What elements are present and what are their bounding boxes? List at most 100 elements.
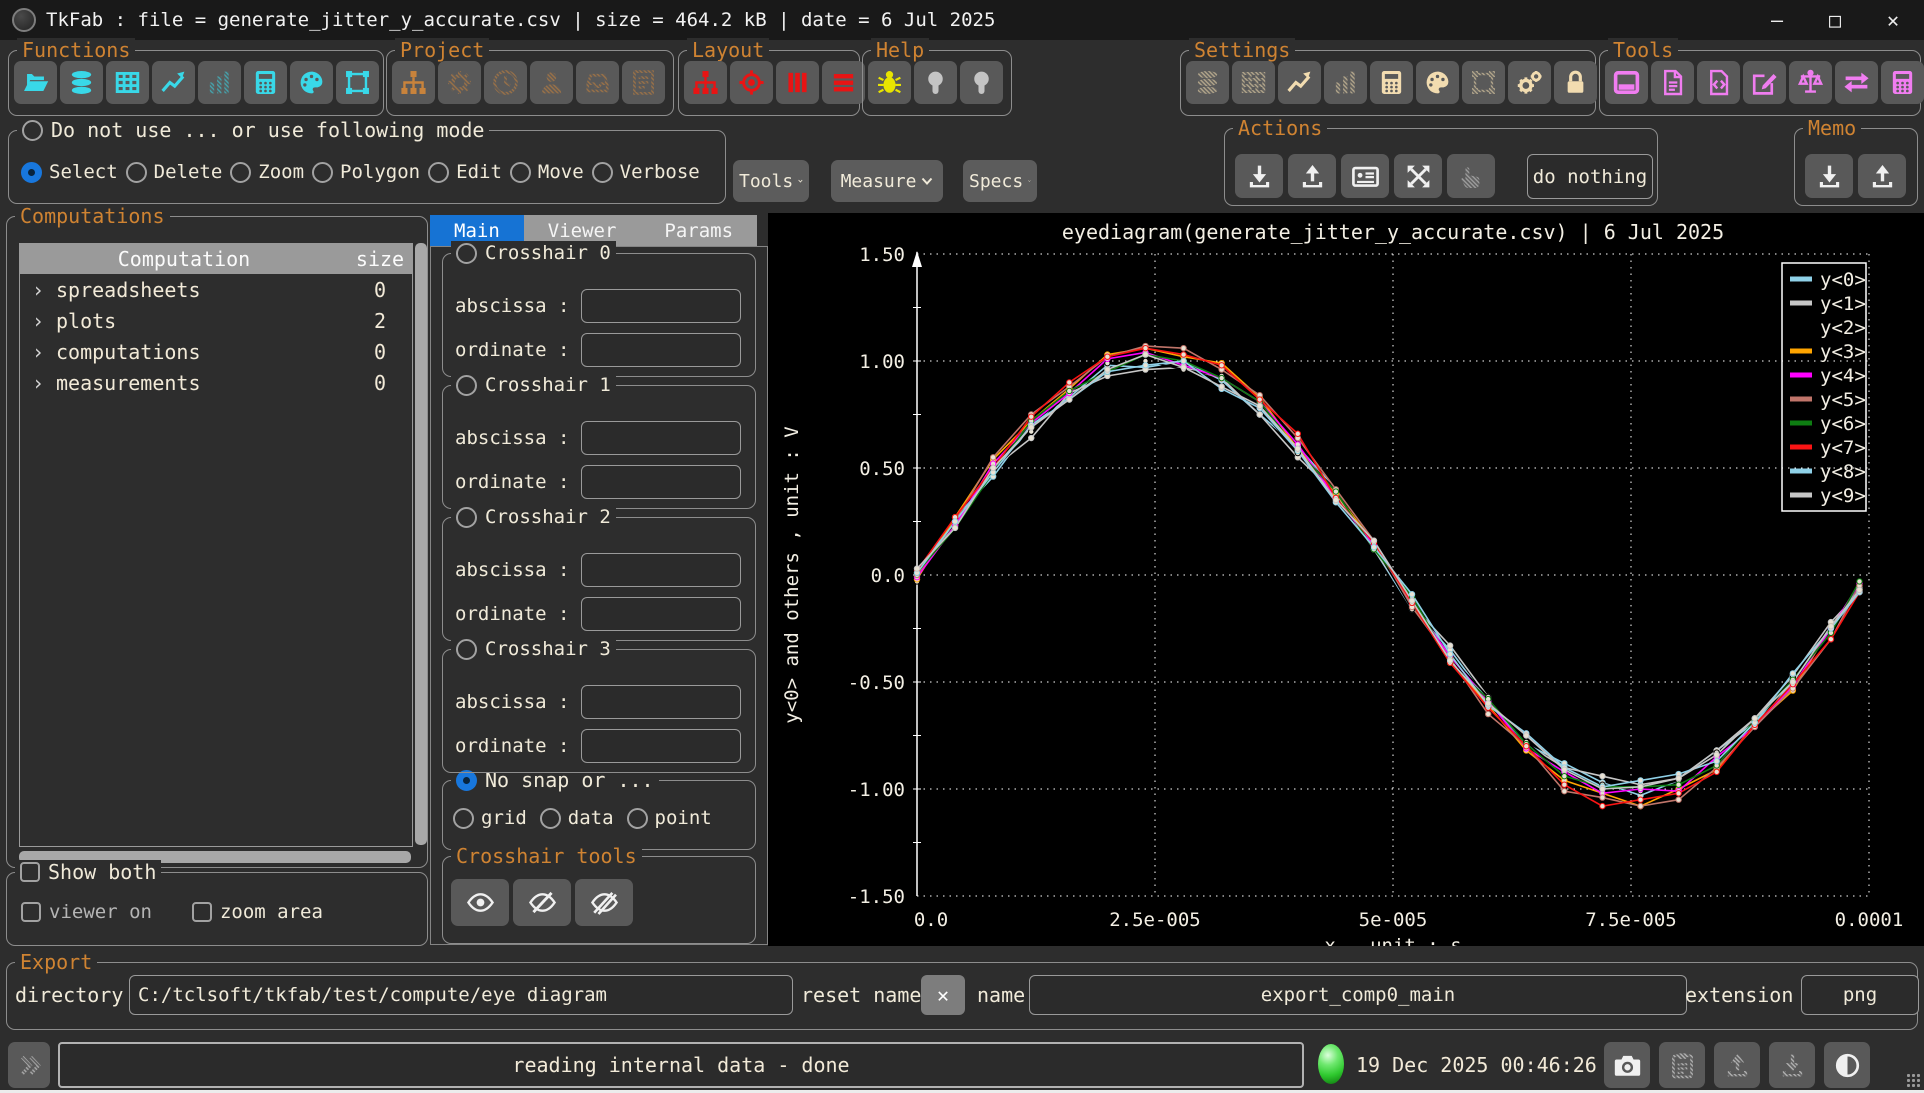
crosshair-1-ordinate-input[interactable] [581,465,741,499]
mode-radio-zoom[interactable] [230,162,251,183]
id-card-button[interactable] [1341,154,1389,198]
crosshair-0-abscissa-input[interactable] [581,289,741,323]
crosshair-2-radio[interactable] [456,507,477,528]
crosshair-1-abscissa-input[interactable] [581,421,741,455]
code-document-button[interactable] [1697,61,1740,104]
crosshair-0-radio[interactable] [456,243,477,264]
bulb-button[interactable] [960,61,1003,104]
actions-toolbar [1235,154,1495,198]
export-group-label: Export [15,950,97,974]
horizontal-bars-button[interactable] [822,61,865,104]
crosshair-group-label: Crosshair 3 [451,637,616,661]
eye-diagram-chart[interactable]: eyediagram(generate_jitter_y_accurate.cs… [768,213,1924,946]
vertical-bars-button[interactable] [776,61,819,104]
show-both-checkbox[interactable] [20,862,40,882]
calculator-button[interactable] [244,61,287,104]
mode-radio-select[interactable] [21,162,42,183]
crosshair-2-ordinate-input[interactable] [581,597,741,631]
balance-scale-button[interactable] [1789,61,1832,104]
mode-radio-delete[interactable] [126,162,147,183]
upload-button[interactable] [1288,154,1336,198]
help-group: Help [862,50,1012,116]
calculator-button[interactable] [1370,61,1413,104]
tree-row-measurements[interactable]: ›measurements0 [20,367,412,398]
crosshair-2-abscissa-input[interactable] [581,553,741,587]
minimize-button[interactable]: – [1754,1,1800,39]
mode-radio-polygon[interactable] [312,162,333,183]
edit-pencil-button[interactable] [1743,61,1786,104]
mode-off-radio[interactable] [22,120,43,141]
tree-row-computations[interactable]: ›computations0 [20,336,412,367]
gears-button[interactable] [1508,61,1551,104]
extension-input[interactable] [1801,975,1919,1015]
table-button[interactable] [106,61,149,104]
bulb-button[interactable] [914,61,957,104]
palette-button[interactable] [290,61,333,104]
palette-button[interactable] [1416,61,1459,104]
eye-cross-button[interactable] [575,879,633,926]
tree-row-spreadsheets[interactable]: ›spreadsheets0 [20,274,412,305]
export-name-input[interactable] [1029,975,1687,1015]
org-tree-button[interactable] [392,61,435,104]
measure-menu-label: Measure [841,171,917,192]
tab-params[interactable]: Params [640,215,757,246]
snap-radio-grid[interactable] [453,808,474,829]
camera-button[interactable] [1604,1042,1650,1088]
vertical-scrollbar[interactable] [415,243,427,845]
mode-radio-verbose[interactable] [592,162,613,183]
line-chart-button[interactable] [1278,61,1321,104]
viewer-on-checkbox[interactable] [21,902,41,922]
polygon-select-button [1462,61,1505,104]
zoom-area-checkbox[interactable] [192,902,212,922]
contrast-button[interactable] [1824,1042,1870,1088]
bug-button[interactable] [868,61,911,104]
polygon-select-button[interactable] [336,61,379,104]
lock-button[interactable] [1554,61,1597,104]
tools-menu-button[interactable]: Tools [733,160,809,202]
target-button[interactable] [730,61,773,104]
mode-radio-move[interactable] [510,162,531,183]
tree-row-plots[interactable]: ›plots2 [20,305,412,336]
mode-radio-label: Verbose [620,161,700,183]
crosshair-1-radio[interactable] [456,375,477,396]
chevron-right-icon[interactable]: › [20,340,56,364]
measure-menu-button[interactable]: Measure [831,160,943,202]
document-button[interactable] [1651,61,1694,104]
crosshair-0-ordinate-input[interactable] [581,333,741,367]
eye-button[interactable] [451,879,509,926]
org-tree-button[interactable] [684,61,727,104]
crosshair-3-abscissa-input[interactable] [581,685,741,719]
maximize-button[interactable]: □ [1812,1,1858,39]
chevron-right-icon[interactable]: › [20,309,56,333]
show-both-title: Show both [48,860,156,884]
crosshair-group-title: Crosshair 0 [485,241,611,265]
download-button[interactable] [1235,154,1283,198]
specs-menu-button[interactable]: Specs [963,160,1037,202]
snap-radio-data[interactable] [540,808,561,829]
chevron-right-icon[interactable]: › [20,371,56,395]
download-button[interactable] [1805,154,1853,198]
snap-radio-point[interactable] [627,808,648,829]
checkbox-label: zoom area [220,901,323,923]
tools-toolbar [1605,61,1924,104]
close-button[interactable]: ✕ [1870,1,1916,39]
polygon-select-icon [1469,68,1498,97]
expand-arrows-button[interactable] [1394,154,1442,198]
chevron-down-icon [1028,177,1031,185]
mode-radio-edit[interactable] [428,162,449,183]
window-button[interactable] [1605,61,1648,104]
reset-name-button[interactable]: ✕ [921,975,965,1015]
swap-arrows-button[interactable] [1835,61,1878,104]
database-button[interactable] [60,61,103,104]
folder-open-button[interactable] [14,61,57,104]
calculator-button[interactable] [1881,61,1924,104]
eye-slash-button[interactable] [513,879,571,926]
upload-button[interactable] [1858,154,1906,198]
resize-grip[interactable] [1906,1073,1920,1087]
line-chart-button[interactable] [152,61,195,104]
do-nothing-field[interactable]: do nothing [1527,154,1653,199]
directory-input[interactable] [129,975,793,1015]
crosshair-3-radio[interactable] [456,639,477,660]
chevron-right-icon[interactable]: › [20,278,56,302]
crosshair-3-ordinate-input[interactable] [581,729,741,763]
